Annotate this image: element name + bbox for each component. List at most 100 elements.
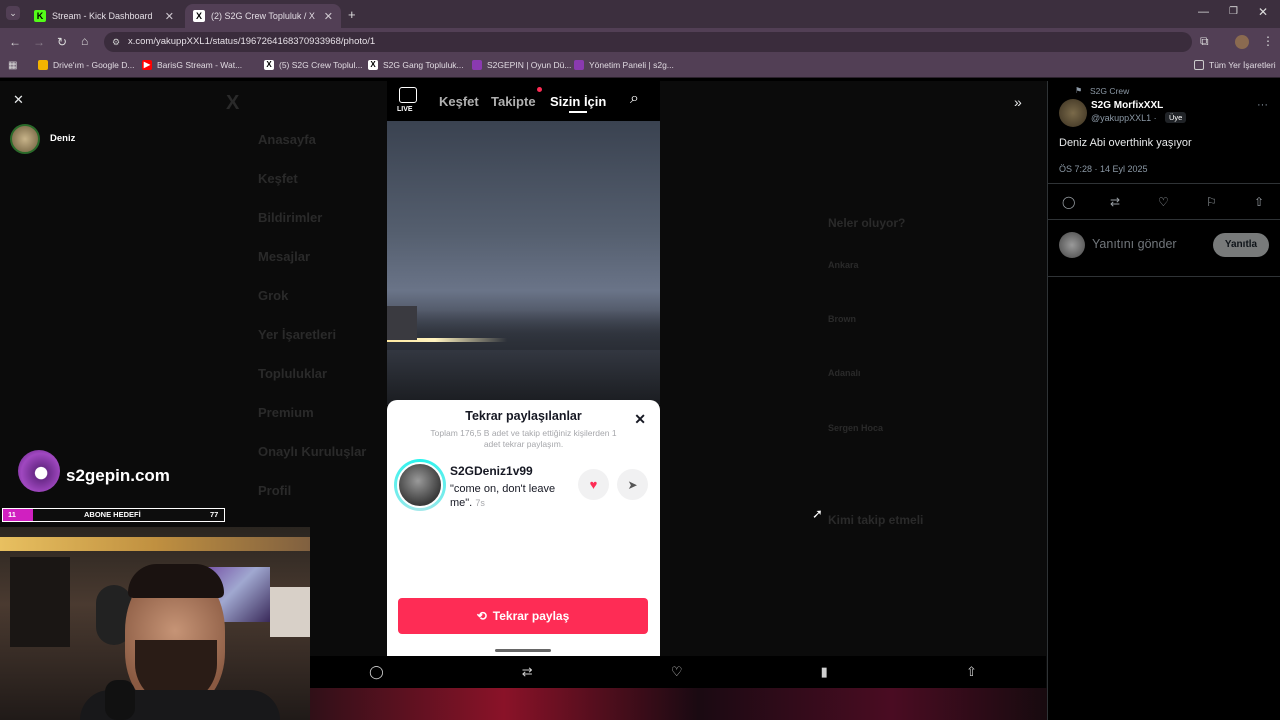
divider — [1048, 219, 1280, 220]
expand-icon[interactable]: » — [1014, 94, 1022, 110]
hair — [128, 564, 224, 598]
avatar — [1059, 232, 1085, 258]
subscriber-goal-bar: 11 ABONE HEDEFİ 77 — [2, 508, 225, 522]
author-name[interactable]: S2G MorfixXXL — [1091, 100, 1163, 111]
live-label: LIVE — [397, 106, 413, 113]
ghost-trend: Ankara — [828, 260, 859, 270]
tab-search-icon[interactable]: ⌄ — [6, 6, 20, 20]
home-indicator — [495, 649, 551, 652]
close-tab-icon[interactable]: ✕ — [165, 10, 174, 23]
tweet-time[interactable]: ÖS 7:28 · 14 Eyl 2025 — [1059, 164, 1148, 174]
video-frame[interactable] — [387, 120, 660, 405]
repost-icon: ⟲ — [476, 609, 487, 623]
avatar — [10, 124, 40, 154]
repost-button[interactable]: ⟲ Tekrar paylaş — [398, 598, 648, 634]
kick-icon: K — [34, 10, 46, 22]
sheet-subtitle: Toplam 176,5 B adet ve takip ettiğiniz k… — [430, 428, 617, 449]
bookmark-s2g-crew[interactable]: X (5) S2G Crew Toplul... — [264, 60, 362, 70]
profile-avatar[interactable] — [1235, 35, 1249, 49]
ghost-trend: Adanalı — [828, 368, 861, 378]
views-icon[interactable]: ▮ — [821, 664, 828, 680]
ghost-follow-title: Kimi takip etmeli — [828, 513, 924, 527]
bookmark-s2g-gang[interactable]: X S2G Gang Topluluk... — [368, 60, 464, 70]
heart-icon[interactable]: ♥ — [578, 469, 609, 500]
tiktok-top-nav: LIVE Keşfet Takipte Sizin İçin ⌕ — [387, 81, 660, 121]
forward-icon[interactable]: → — [33, 35, 45, 49]
reply-icon[interactable]: ◯ — [369, 664, 384, 680]
extensions-icon[interactable]: ⧉ — [1200, 34, 1209, 49]
reply-button[interactable]: Yanıtla — [1213, 233, 1269, 257]
browser-tabstrip: ⌄ K Stream - Kick Dashboard ✕ X (2) S2G … — [0, 0, 1280, 28]
x-icon: X — [264, 60, 274, 70]
sheet-title: Tekrar paylaşılanlar — [465, 409, 582, 423]
building — [387, 306, 417, 340]
bookmark-barisg[interactable]: ▶ BarisG Stream - Wat... — [142, 60, 242, 70]
community-label[interactable]: S2G Crew — [1090, 86, 1129, 96]
url-text: x.com/yakuppXXL1/status/1967264168370933… — [128, 36, 376, 47]
close-media-icon[interactable]: ✕ — [13, 92, 24, 108]
reply-input[interactable]: Yanıtını gönder — [1092, 237, 1177, 251]
reload-icon[interactable]: ↻ — [57, 35, 67, 49]
retweet-icon[interactable]: ⇄ — [1110, 195, 1120, 209]
close-icon[interactable]: ✕ — [634, 411, 646, 428]
search-icon[interactable]: ⌕ — [630, 90, 639, 108]
like-icon[interactable]: ♡ — [671, 664, 683, 680]
live-icon[interactable] — [399, 87, 417, 103]
user-name: Deniz — [50, 133, 76, 144]
minimize-icon[interactable]: — — [1198, 6, 1209, 18]
share-icon[interactable]: ⇧ — [1254, 195, 1264, 209]
bookmark-icon[interactable]: ⚐ — [1206, 195, 1217, 209]
new-tab-icon[interactable]: + — [348, 7, 356, 22]
site-info-icon[interactable]: ⚙ — [112, 32, 120, 52]
ghost-nav-item: Keşfet — [258, 171, 298, 186]
quote-time: 7s — [475, 498, 485, 508]
bookmark-drive[interactable]: Drive'ım - Google D... — [38, 60, 134, 70]
back-icon[interactable]: ← — [9, 35, 21, 49]
close-tab-icon[interactable]: ✕ — [324, 10, 333, 23]
sea — [387, 310, 660, 350]
share-icon[interactable]: ⇧ — [966, 664, 977, 680]
tab-kick-dashboard[interactable]: K Stream - Kick Dashboard ✕ — [26, 4, 182, 28]
mouse-cursor-icon: ➚ — [812, 506, 823, 521]
reposts-sheet: Tekrar paylaşılanlar ✕ Toplam 176,5 B ad… — [387, 400, 660, 656]
all-bookmarks[interactable]: Tüm Yer İşaretleri — [1194, 60, 1276, 70]
retweet-icon[interactable]: ⇄ — [522, 664, 533, 680]
bookmark-yonetim[interactable]: Yönetim Paneli | s2g... — [574, 60, 674, 70]
menu-icon[interactable]: ⋮ — [1262, 34, 1274, 48]
ghost-nav-item: Yer İşaretleri — [258, 327, 337, 342]
close-window-icon[interactable]: ✕ — [1258, 5, 1268, 19]
url-input[interactable]: ⚙ x.com/yakuppXXL1/status/19672641683709… — [104, 32, 1192, 52]
bookmarks-bar: ▦ Drive'ım - Google D... ▶ BarisG Stream … — [0, 56, 1280, 78]
more-icon[interactable]: ··· — [1257, 99, 1268, 111]
tab-explore[interactable]: Keşfet — [439, 94, 479, 109]
quote-text: "come on, don't leave me". — [450, 483, 556, 509]
bookmark-s2gepin[interactable]: S2GEPIN | Oyun Dü... — [472, 60, 571, 70]
tab-for-you[interactable]: Sizin İçin — [550, 94, 606, 109]
avatar-image — [397, 462, 443, 508]
youtube-icon: ▶ — [142, 60, 152, 70]
s2gepin-logo-icon — [18, 450, 60, 492]
tab-x-community[interactable]: X (2) S2G Crew Topluluk / X ✕ — [185, 4, 341, 28]
goal-current: 11 — [8, 510, 16, 519]
ghost-trend: Sergen Hoca — [828, 423, 884, 433]
repost-username[interactable]: S2GDeniz1v99 — [450, 464, 533, 478]
like-icon[interactable]: ♡ — [1158, 195, 1169, 209]
tab-title: Stream - Kick Dashboard — [52, 11, 153, 21]
avatar[interactable] — [394, 459, 446, 511]
send-icon[interactable]: ➤ — [617, 469, 648, 500]
author-handle[interactable]: @yakuppXXL1 · — [1091, 113, 1157, 123]
apps-icon[interactable]: ▦ — [8, 60, 17, 71]
author-avatar[interactable] — [1059, 99, 1087, 127]
tab-title: (2) S2G Crew Topluluk / X — [211, 11, 315, 21]
shelf — [10, 557, 70, 647]
ghost-nav-item: Bildirimler — [258, 210, 323, 225]
whiteboard — [270, 587, 310, 637]
restore-icon[interactable]: ❐ — [1229, 6, 1238, 17]
tab-following[interactable]: Takipte — [491, 94, 536, 109]
microphone — [105, 680, 135, 720]
x-logo-icon: X — [226, 92, 240, 114]
ghost-nav-item: Onaylı Kuruluşlar — [258, 444, 367, 459]
home-icon[interactable]: ⌂ — [81, 34, 88, 48]
reply-icon[interactable]: ◯ — [1062, 195, 1075, 209]
notification-dot — [537, 87, 542, 92]
